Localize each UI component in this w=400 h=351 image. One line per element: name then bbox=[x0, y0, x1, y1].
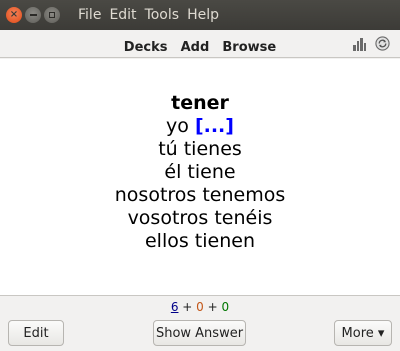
card-line-prefix: yo bbox=[166, 115, 195, 137]
top-toolbar: Decks Add Browse bbox=[0, 30, 400, 58]
more-button[interactable]: More ▾ bbox=[334, 320, 392, 346]
decks-link[interactable]: Decks bbox=[124, 40, 168, 55]
window-controls: × bbox=[6, 7, 63, 23]
card-line: vosotros tenéis bbox=[127, 207, 273, 229]
card-area: tener yo [...] tú tienes él tiene nosotr… bbox=[0, 59, 400, 296]
menu-help[interactable]: Help bbox=[187, 7, 219, 23]
edit-button[interactable]: Edit bbox=[8, 320, 64, 346]
card-line: tú tienes bbox=[158, 138, 242, 160]
menu-file[interactable]: File bbox=[78, 7, 101, 23]
minimize-icon bbox=[29, 14, 37, 16]
maximize-window-button[interactable] bbox=[44, 7, 60, 23]
menu-edit[interactable]: Edit bbox=[109, 7, 136, 23]
learn-count: 0 bbox=[196, 300, 204, 314]
card-line: nosotros tenemos bbox=[114, 184, 286, 206]
menu-tools[interactable]: Tools bbox=[145, 7, 180, 23]
count-separator: + bbox=[178, 300, 197, 314]
stats-icon[interactable] bbox=[353, 38, 367, 51]
card-line-yo: yo [...] bbox=[0, 115, 400, 138]
minimize-window-button[interactable] bbox=[25, 7, 41, 23]
top-links: Decks Add Browse bbox=[0, 36, 400, 55]
menu-bar: File Edit Tools Help bbox=[78, 7, 227, 23]
browse-link[interactable]: Browse bbox=[222, 40, 276, 55]
title-bar: × File Edit Tools Help bbox=[0, 0, 400, 30]
close-icon: × bbox=[9, 9, 19, 20]
close-window-button[interactable]: × bbox=[6, 7, 22, 23]
count-separator: + bbox=[203, 300, 222, 314]
add-link[interactable]: Add bbox=[181, 40, 210, 55]
card-line: él tiene bbox=[164, 161, 236, 183]
due-counts: 6 + 0 + 0 bbox=[0, 300, 400, 314]
card-content: tener yo [...] tú tienes él tiene nosotr… bbox=[0, 92, 400, 253]
card-word: tener bbox=[171, 92, 229, 114]
sync-icon[interactable] bbox=[375, 36, 390, 51]
show-answer-button[interactable]: Show Answer bbox=[153, 320, 246, 346]
maximize-icon bbox=[49, 12, 55, 18]
card-line: ellos tienen bbox=[144, 230, 255, 252]
cloze-blank: [...] bbox=[194, 115, 234, 137]
review-count: 0 bbox=[221, 300, 230, 314]
